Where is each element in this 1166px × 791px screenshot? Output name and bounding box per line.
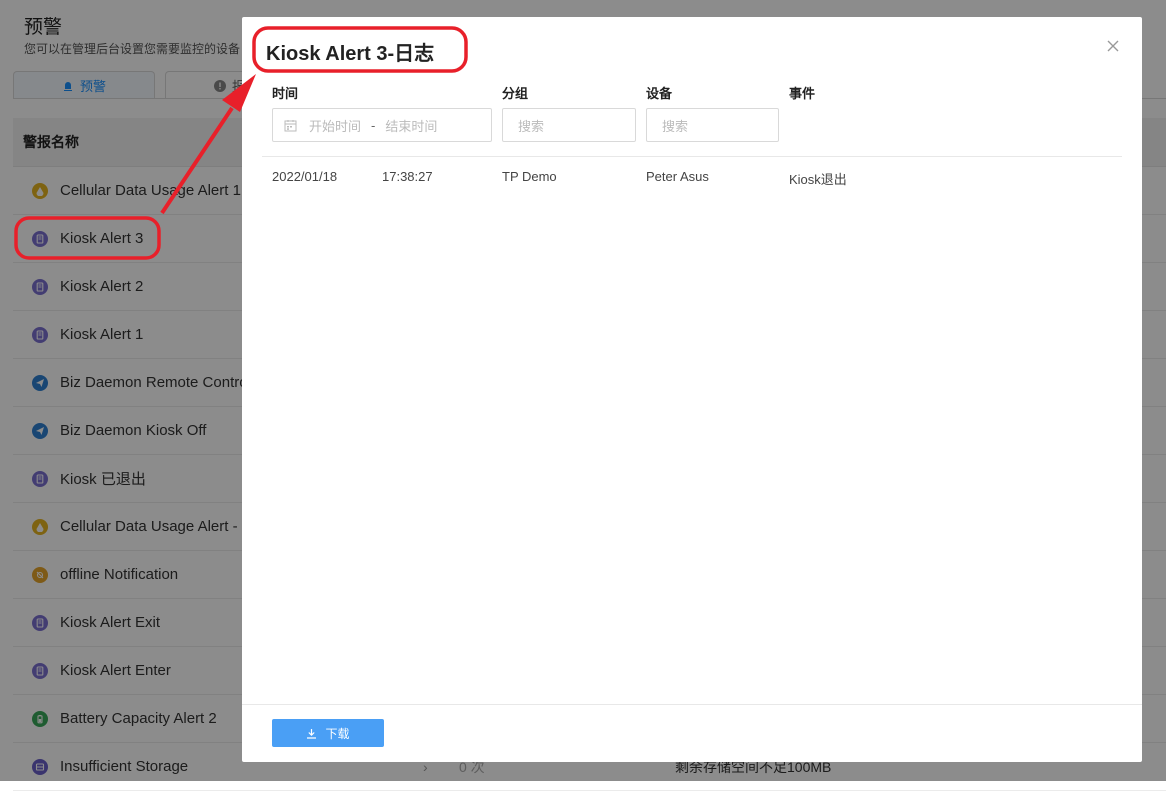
- close-icon[interactable]: [1104, 37, 1122, 55]
- group-search-placeholder: 搜索: [518, 118, 545, 134]
- end-time-input[interactable]: 结束时间: [385, 116, 437, 135]
- event-column-header: 事件: [789, 86, 816, 101]
- download-icon: [307, 728, 317, 739]
- log-time: 17:38:27: [382, 169, 433, 184]
- date-range-picker[interactable]: 开始时间 - 结束时间: [272, 108, 492, 142]
- group-search-input[interactable]: 搜索: [502, 108, 636, 142]
- calendar-icon: [284, 119, 297, 132]
- log-device: Peter Asus: [646, 169, 709, 184]
- device-search-input[interactable]: 搜索: [646, 108, 779, 142]
- download-label: 下载: [325, 726, 350, 741]
- table-header-divider: [262, 156, 1122, 157]
- time-column-header: 时间: [272, 86, 299, 101]
- log-group: TP Demo: [502, 169, 557, 184]
- date-range-separator: -: [371, 117, 376, 133]
- device-search-placeholder: 搜索: [662, 118, 689, 134]
- footer-divider: [242, 704, 1142, 705]
- device-column-header: 设备: [646, 86, 673, 101]
- log-date: 2022/01/18: [272, 169, 338, 184]
- start-time-input[interactable]: 开始时间: [309, 116, 361, 135]
- modal-title: Kiosk Alert 3-日志: [266, 43, 435, 65]
- alert-log-modal: Kiosk Alert 3-日志 时间 分组 设备 事件 开始时间 - 结束时间…: [242, 17, 1142, 762]
- log-event: Kiosk退出: [789, 172, 847, 187]
- download-button[interactable]: 下载: [272, 719, 384, 747]
- group-column-header: 分组: [502, 86, 529, 101]
